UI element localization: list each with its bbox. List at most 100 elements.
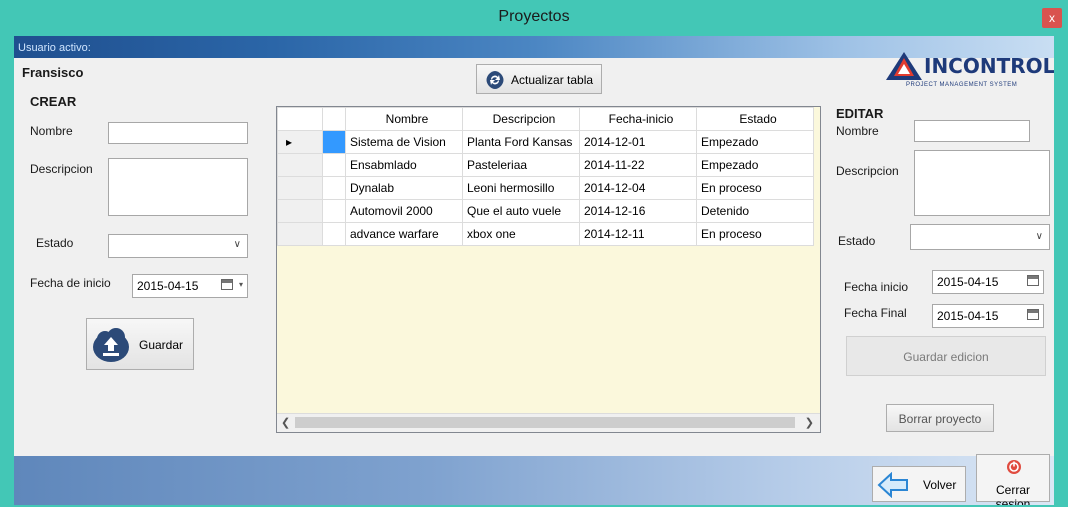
active-user-name: Fransisco [22, 65, 84, 80]
horizontal-scrollbar[interactable]: ❮ ❯ [277, 413, 820, 432]
crear-fecha-picker[interactable]: 2015-04-15 ▾ [132, 274, 248, 298]
main-panel: Usuario activo: Fransisco Actualizar tab… [14, 36, 1054, 505]
cell-fecha-inicio[interactable]: 2014-12-04 [579, 176, 697, 200]
calendar-icon [221, 279, 233, 290]
table-row[interactable]: advance warfare xbox one 2014-12-11 En p… [277, 222, 814, 246]
crear-descripcion-label: Descripcion [30, 162, 93, 176]
table-row[interactable]: ▸ Sistema de Vision Planta Ford Kansas 2… [277, 130, 814, 154]
borrar-proyecto-button[interactable]: Borrar proyecto [886, 404, 994, 432]
column-header-fecha-inicio[interactable]: Fecha-inicio [579, 107, 697, 131]
guardar-label: Guardar [139, 338, 184, 352]
logo-triangle-icon [886, 52, 922, 80]
crear-fecha-label: Fecha de inicio [30, 276, 111, 290]
scroll-left-icon[interactable]: ❮ [281, 416, 290, 429]
editar-descripcion-label: Descripcion [836, 164, 899, 178]
cell-fecha-inicio[interactable]: 2014-12-01 [579, 130, 697, 154]
row-selection-cell[interactable] [322, 130, 346, 154]
volver-label: Volver [923, 478, 957, 492]
window-title: Proyectos [498, 8, 570, 25]
calendar-icon [1027, 275, 1039, 286]
title-bar[interactable]: Proyectos x [0, 0, 1068, 36]
table-row[interactable]: Ensabmlado Pasteleriaa 2014-11-22 Empeza… [277, 153, 814, 177]
cell-descripcion[interactable]: Pasteleriaa [462, 153, 580, 177]
crear-nombre-input[interactable] [108, 122, 248, 144]
cell-estado[interactable]: Empezado [696, 130, 814, 154]
row-selection-cell[interactable] [322, 222, 346, 246]
current-row-marker: ▸ [286, 135, 293, 149]
guardar-edicion-label: Guardar edicion [903, 350, 989, 364]
projects-table[interactable]: Nombre Descripcion Fecha-inicio Estado ▸… [276, 106, 821, 433]
column-header-estado[interactable]: Estado [696, 107, 814, 131]
cell-descripcion[interactable]: xbox one [462, 222, 580, 246]
cell-estado[interactable]: Empezado [696, 153, 814, 177]
chevron-down-icon: ∨ [233, 239, 241, 250]
editar-fecha-final-picker[interactable]: 2015-04-15 [932, 304, 1044, 328]
scrollbar-thumb[interactable] [295, 417, 795, 428]
editar-fecha-final-label: Fecha Final [844, 306, 907, 320]
cell-fecha-inicio[interactable]: 2014-12-16 [579, 199, 697, 223]
volver-button[interactable]: Volver [872, 466, 966, 502]
crear-estado-label: Estado [36, 236, 74, 250]
cell-estado[interactable]: En proceso [696, 222, 814, 246]
chevron-down-icon: ▾ [238, 280, 243, 289]
editar-estado-select[interactable]: ∨ [910, 224, 1050, 250]
editar-fecha-inicio-picker[interactable]: 2015-04-15 [932, 270, 1044, 294]
cell-nombre[interactable]: Ensabmlado [345, 153, 463, 177]
editar-nombre-label: Nombre [836, 124, 879, 138]
projects-table-body: Nombre Descripcion Fecha-inicio Estado ▸… [277, 107, 814, 246]
power-icon [1007, 460, 1021, 474]
cell-nombre[interactable]: Dynalab [345, 176, 463, 200]
cell-estado[interactable]: En proceso [696, 176, 814, 200]
borrar-proyecto-label: Borrar proyecto [898, 412, 982, 426]
cell-nombre[interactable]: Automovil 2000 [345, 199, 463, 223]
guardar-button[interactable]: Guardar [86, 318, 194, 370]
cloud-upload-icon [93, 328, 129, 362]
row-selection-cell[interactable] [322, 153, 346, 177]
cerrar-sesion-button[interactable]: Cerrar sesion [976, 454, 1050, 505]
app-window: Proyectos x Usuario activo: Fransisco Ac… [0, 0, 1068, 507]
close-button[interactable]: x [1042, 8, 1062, 28]
crear-estado-select[interactable]: ∨ [108, 234, 248, 258]
cell-fecha-inicio[interactable]: 2014-12-11 [579, 222, 697, 246]
row-header[interactable]: ▸ [277, 130, 323, 154]
cell-descripcion[interactable]: Que el auto vuele [462, 199, 580, 223]
cell-nombre[interactable]: Sistema de Vision [345, 130, 463, 154]
row-header[interactable] [277, 222, 323, 246]
refresh-table-label: Actualizar tabla [511, 73, 594, 87]
cell-nombre[interactable]: advance warfare [345, 222, 463, 246]
crear-nombre-label: Nombre [30, 124, 73, 138]
editar-fecha-inicio-value: 2015-04-15 [937, 275, 999, 289]
crear-descripcion-textarea[interactable] [108, 158, 248, 216]
row-header[interactable] [277, 153, 323, 177]
cell-descripcion[interactable]: Planta Ford Kansas [462, 130, 580, 154]
header-spacer [322, 107, 346, 131]
row-selection-cell[interactable] [322, 199, 346, 223]
editar-title: EDITAR [836, 106, 884, 121]
editar-fecha-final-value: 2015-04-15 [937, 309, 999, 323]
editar-estado-label: Estado [838, 234, 876, 248]
table-row[interactable]: Dynalab Leoni hermosillo 2014-12-04 En p… [277, 176, 814, 200]
refresh-table-button[interactable]: Actualizar tabla [476, 64, 602, 94]
table-header-row: Nombre Descripcion Fecha-inicio Estado [277, 107, 814, 131]
column-header-descripcion[interactable]: Descripcion [462, 107, 580, 131]
scroll-right-icon[interactable]: ❯ [805, 416, 814, 429]
editar-fecha-inicio-label: Fecha inicio [844, 280, 909, 294]
editar-nombre-input[interactable] [914, 120, 1030, 142]
guardar-edicion-button[interactable]: Guardar edicion [846, 336, 1046, 376]
table-row[interactable]: Automovil 2000 Que el auto vuele 2014-12… [277, 199, 814, 223]
calendar-icon [1027, 309, 1039, 320]
active-user-label: Usuario activo: [18, 42, 91, 54]
row-header[interactable] [277, 176, 323, 200]
header-corner [277, 107, 323, 131]
column-header-nombre[interactable]: Nombre [345, 107, 463, 131]
editar-descripcion-textarea[interactable] [914, 150, 1050, 216]
row-header[interactable] [277, 199, 323, 223]
arrow-left-icon [877, 472, 908, 498]
logo-text: INCONTROL [924, 54, 1054, 78]
cell-fecha-inicio[interactable]: 2014-11-22 [579, 153, 697, 177]
crear-title: CREAR [30, 94, 77, 109]
cell-estado[interactable]: Detenido [696, 199, 814, 223]
row-selection-cell[interactable] [322, 176, 346, 200]
cell-descripcion[interactable]: Leoni hermosillo [462, 176, 580, 200]
refresh-icon [486, 71, 504, 89]
